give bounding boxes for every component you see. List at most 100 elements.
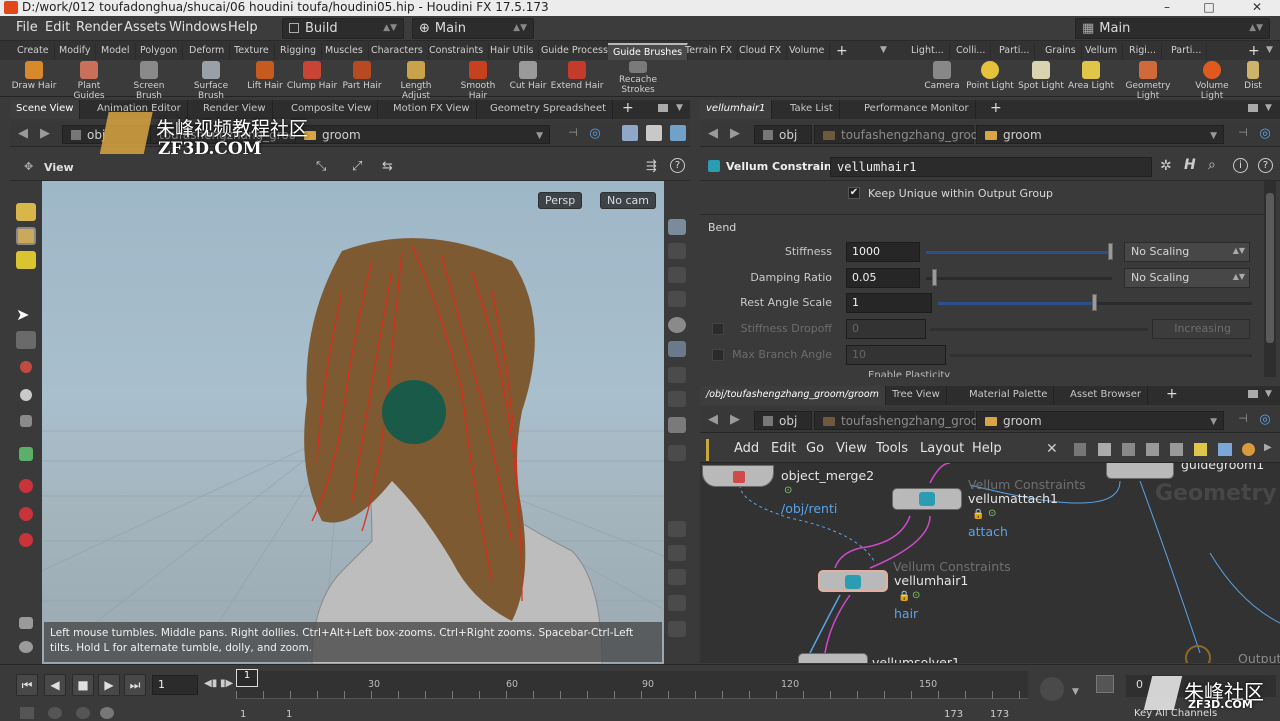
vector-icon[interactable] — [668, 417, 686, 433]
shelf-tab-muscles[interactable]: Muscles — [320, 43, 369, 60]
back-icon[interactable]: ◀ — [704, 412, 722, 428]
loop-icon[interactable] — [48, 707, 62, 719]
dropoff-mode-dropdown[interactable]: Increasing — [1152, 319, 1250, 339]
render-region-icon[interactable] — [19, 617, 33, 629]
menu-file[interactable]: File — [16, 20, 38, 35]
damping-slider-track[interactable] — [926, 277, 1112, 280]
image-icon[interactable] — [1218, 443, 1232, 456]
normals-icon[interactable] — [668, 391, 686, 407]
area-light-tool[interactable]: Area Light — [1063, 61, 1119, 91]
tile-icon[interactable] — [1122, 443, 1135, 456]
net-menu-layout[interactable]: Layout — [920, 441, 964, 456]
snapshot-icon[interactable] — [668, 621, 686, 637]
clump-hair-tool[interactable]: Clump Hair — [284, 61, 340, 91]
menu-help[interactable]: Help — [228, 20, 258, 35]
tab-network-groom[interactable]: /obj/toufashengzhang_groom/groom — [700, 386, 886, 405]
play-button[interactable]: ▶ — [98, 674, 120, 696]
link-icon[interactable]: ◎ — [1256, 412, 1274, 428]
pane-menu-icon[interactable] — [658, 104, 668, 112]
link-icon[interactable]: ◎ — [1256, 126, 1274, 142]
info-icon[interactable]: i — [1233, 158, 1248, 173]
close-button[interactable]: ✕ — [1250, 0, 1264, 14]
minimize-button[interactable]: – — [1160, 0, 1174, 14]
stiffness-slider-handle[interactable] — [1108, 243, 1113, 260]
range-start-2[interactable]: 1 — [286, 709, 292, 720]
step-back-button[interactable]: ◀ — [44, 674, 66, 696]
timeline-ruler[interactable]: 1 30 60 90 120 150 — [236, 669, 1028, 699]
param-scrollbar[interactable] — [1264, 181, 1276, 377]
net-menu-edit[interactable]: Edit — [771, 441, 796, 456]
shelf-tab-characters[interactable]: Characters — [366, 43, 429, 60]
net-menu-tools[interactable]: Tools — [876, 441, 908, 456]
damping-scaling-dropdown[interactable]: No Scaling ▲▼ — [1124, 268, 1250, 288]
stiffness-slider-track[interactable] — [926, 251, 1112, 254]
shelf-tab-terrain-fx[interactable]: Terrain FX — [680, 43, 739, 60]
add-shelf-tab-icon-right[interactable]: + — [1248, 43, 1260, 59]
forward-icon[interactable]: ▶ — [36, 126, 54, 142]
add-shelf-tab-icon[interactable]: + — [836, 43, 848, 59]
shelf-tab-lights[interactable]: Light... — [906, 43, 950, 60]
stop-button[interactable]: ■ — [72, 674, 94, 696]
recache-strokes-tool[interactable]: Recache Strokes — [610, 61, 666, 95]
smooth-hair-tool[interactable]: Smooth Hair — [450, 61, 506, 101]
gear-icon[interactable]: ✲ — [1160, 158, 1172, 174]
shelf-tab-modify[interactable]: Modify — [54, 43, 97, 60]
stiffness-field[interactable]: 1000 — [846, 242, 920, 262]
distant-light-tool[interactable]: Dist — [1238, 61, 1268, 91]
menu-windows[interactable]: Windows — [169, 20, 227, 35]
grid-view-icon[interactable] — [1098, 443, 1111, 456]
param-scroll-thumb[interactable] — [1266, 193, 1274, 343]
shelf-tab-rigid[interactable]: Rigi... — [1124, 43, 1162, 60]
path-node[interactable]: groom ▼ — [295, 125, 550, 144]
forward-icon[interactable]: ▶ — [726, 412, 744, 428]
shelf-tab-particle-fluids[interactable]: Parti... — [1166, 43, 1208, 60]
network-box-icon[interactable] — [1170, 443, 1183, 456]
shelf-tab-polygon[interactable]: Polygon — [135, 43, 184, 60]
shelf-tab-deform[interactable]: Deform — [184, 43, 231, 60]
help-icon[interactable]: ? — [1258, 158, 1273, 173]
shelf-tab-rigging[interactable]: Rigging — [275, 43, 322, 60]
object-merge-node[interactable] — [702, 465, 774, 487]
select-object-icon[interactable] — [16, 227, 36, 245]
path-obj[interactable]: obj — [754, 411, 812, 430]
frame-field[interactable]: 1 — [152, 675, 198, 695]
menu-edit[interactable]: Edit — [45, 20, 70, 35]
counter-icon[interactable] — [668, 569, 686, 585]
point-light-tool[interactable]: Point Light — [962, 61, 1018, 91]
key-menu-icon[interactable]: ▼ — [1072, 687, 1079, 697]
rest-angle-slider-track[interactable] — [938, 302, 1092, 305]
add-tab-icon[interactable]: + — [1166, 386, 1178, 402]
audio-icon[interactable] — [1096, 675, 1114, 693]
max-branch-angle-field[interactable]: 10 — [846, 345, 946, 365]
scope-icon[interactable] — [668, 595, 686, 611]
tab-material-palette[interactable]: Material Palette — [963, 386, 1055, 405]
pane-menu-icon[interactable] — [1248, 104, 1258, 112]
tab-geometry-spreadsheet[interactable]: Geometry Spreadsheet — [484, 100, 614, 119]
pane-menu-icon[interactable] — [1248, 390, 1258, 398]
guide-icon[interactable] — [668, 291, 686, 307]
plant-guides-tool[interactable]: Plant Guides — [61, 61, 117, 101]
transform-icon[interactable]: ⇆ — [382, 159, 393, 174]
shelf-tab-hair-utils[interactable]: Hair Utils — [485, 43, 540, 60]
surface-brush-tool[interactable]: Surface Brush — [183, 61, 239, 101]
shelf-tab-create[interactable]: Create — [12, 43, 55, 60]
net-menu-help[interactable]: Help — [972, 441, 1002, 456]
lock-flag-icon[interactable]: 🔒 — [898, 591, 910, 602]
shelf-tab-texture[interactable]: Texture — [229, 43, 275, 60]
prev-key-icon[interactable]: ◀▮ — [204, 678, 217, 689]
jump-end-button[interactable]: ⏭ — [124, 674, 146, 696]
net-menu-view[interactable]: View — [836, 441, 867, 456]
clock-icon[interactable] — [100, 707, 114, 719]
menu-render[interactable]: Render — [76, 20, 122, 35]
select-geo-icon[interactable] — [16, 203, 36, 221]
key-icon[interactable] — [1040, 677, 1064, 701]
list-view-icon[interactable] — [1074, 443, 1086, 456]
shelf-menu-icon-right[interactable]: ▼ — [1266, 45, 1273, 55]
rest-angle-field[interactable]: 1 — [846, 293, 932, 313]
display-options-icon[interactable] — [668, 219, 686, 235]
shading-icon[interactable] — [646, 125, 662, 141]
shelf-tab-cloud-fx[interactable]: Cloud FX — [734, 43, 788, 60]
pane-arrow-icon[interactable]: ▼ — [1265, 389, 1272, 399]
rotate-icon[interactable] — [20, 389, 32, 401]
pin-icon[interactable]: ⊣ — [1234, 412, 1252, 428]
